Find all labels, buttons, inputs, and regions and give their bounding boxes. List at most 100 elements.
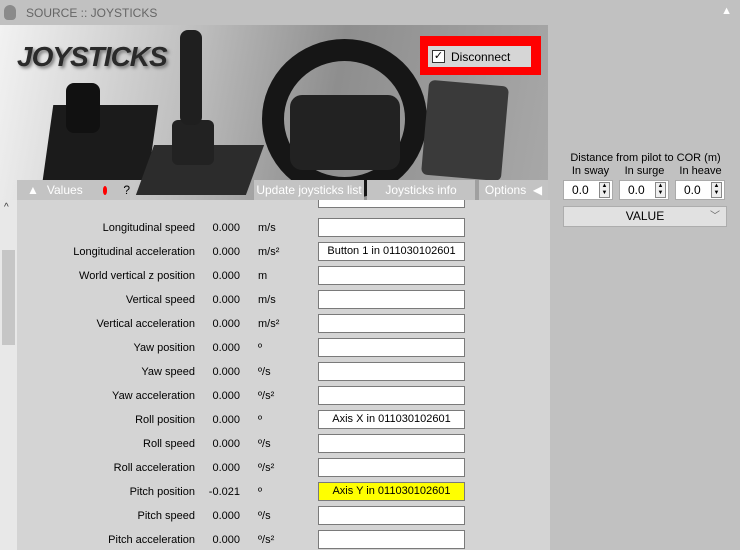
chevron-down-icon: ﹀ (710, 211, 720, 222)
assignment-input[interactable]: Axis Y in 011030102601 (318, 482, 465, 501)
button-box-image (421, 79, 509, 182)
value-row: Yaw acceleration 0.000 º/s² (17, 386, 550, 406)
row-value: 0.000 (212, 318, 240, 330)
mode-value: VALUE (625, 209, 665, 223)
surge-value: 0.0 (628, 183, 645, 197)
surge-spinner[interactable]: 0.0 ▲ ▼ (619, 180, 669, 200)
mode-dropdown[interactable]: VALUE ﹀ (563, 206, 727, 227)
collapse-triangle-icon[interactable]: ▲ (721, 5, 732, 17)
row-label: Pitch acceleration (108, 534, 195, 546)
value-row: Longitudinal acceleration 0.000 m/s² But… (17, 242, 550, 262)
disconnect-checkbox[interactable]: ✓ Disconnect (428, 46, 531, 67)
row-value: 0.000 (212, 270, 240, 282)
row-value: 0.000 (212, 510, 240, 522)
value-row: Longitudinal speed 0.000 m/s (17, 218, 550, 238)
row-unit: º (258, 342, 263, 354)
row-label: Vertical speed (125, 294, 195, 306)
row-unit: º/s² (258, 462, 275, 474)
heave-label: In heave (679, 165, 722, 177)
row-unit: º/s (258, 366, 271, 378)
assignment-input[interactable] (318, 506, 465, 525)
options-button[interactable]: Options ◀ (479, 180, 548, 200)
row-label: Yaw acceleration (112, 390, 195, 402)
row-label: Longitudinal speed (102, 222, 195, 234)
assignment-input[interactable] (318, 458, 465, 477)
row-value: 0.000 (212, 342, 240, 354)
row-label: Roll acceleration (113, 462, 195, 474)
options-label: Options (484, 183, 527, 197)
checkbox-checked-icon[interactable]: ✓ (432, 50, 445, 63)
value-row: Vertical speed 0.000 m/s (17, 290, 550, 310)
value-row: Vertical acceleration 0.000 m/s² (17, 314, 550, 334)
assignment-input[interactable] (318, 362, 465, 381)
surge-label: In surge (624, 165, 665, 177)
row-unit: º (258, 486, 263, 498)
heave-value: 0.0 (684, 183, 701, 197)
row-value: 0.000 (212, 390, 240, 402)
row-value: 0.000 (212, 222, 240, 234)
help-button[interactable]: ? (123, 183, 130, 197)
row-label: Longitudinal acceleration (73, 246, 195, 258)
row-label: Pitch position (129, 486, 195, 498)
values-label: Values (46, 183, 83, 197)
row-unit: º/s² (258, 390, 275, 402)
assignment-input[interactable] (318, 266, 465, 285)
assignment-input[interactable] (318, 338, 465, 357)
status-red-dot-icon (102, 185, 108, 195)
app-logo-icon (4, 5, 16, 20)
row-unit: m/s (258, 294, 276, 306)
assignment-input[interactable] (318, 530, 465, 549)
collapse-up-icon[interactable]: ▲ (27, 183, 39, 197)
row-unit: m/s² (258, 318, 280, 330)
assignment-input[interactable] (318, 434, 465, 453)
row-value: -0.021 (208, 486, 240, 498)
assignment-input[interactable] (318, 200, 465, 208)
value-row: Pitch speed 0.000 º/s (17, 506, 550, 526)
assignment-input[interactable] (318, 314, 465, 333)
heave-spinner[interactable]: 0.0 ▲ ▼ (675, 180, 725, 200)
row-value: 0.000 (212, 534, 240, 546)
spin-arrows-icon[interactable]: ▲ ▼ (655, 182, 666, 198)
joysticks-info-button[interactable]: Joysticks info (367, 180, 475, 200)
update-joysticks-list-button[interactable]: Update joysticks list (254, 180, 364, 200)
assignment-input[interactable]: Axis X in 011030102601 (318, 410, 465, 429)
value-row: Pitch position -0.021 º Axis Y in 011030… (17, 482, 550, 502)
value-row: Yaw speed 0.000 º/s (17, 362, 550, 382)
disconnect-label: Disconnect (451, 49, 511, 64)
stick-base-image (172, 120, 214, 165)
flight-stick-image (180, 30, 202, 125)
scroll-up-icon[interactable]: ^ (4, 202, 9, 213)
row-value: 0.000 (212, 246, 240, 258)
assignment-input[interactable] (318, 290, 465, 309)
row-label: Pitch speed (137, 510, 195, 522)
row-label: Roll position (135, 414, 195, 426)
value-row: Yaw position 0.000 º (17, 338, 550, 358)
row-unit: º/s (258, 438, 271, 450)
value-row: Roll speed 0.000 º/s (17, 434, 550, 454)
assignment-input[interactable] (318, 386, 465, 405)
row-value: 0.000 (212, 462, 240, 474)
spin-arrows-icon[interactable]: ▲ ▼ (711, 182, 722, 198)
row-unit: m/s (258, 222, 276, 234)
assignment-input[interactable]: Button 1 in 011030102601 (318, 242, 465, 261)
tab-values[interactable]: ▲ Values ? (17, 180, 130, 200)
row-label: Roll speed (143, 438, 195, 450)
row-label: World vertical z position (79, 270, 195, 282)
value-row (17, 200, 550, 209)
banner-brand: JOYSTICKS (17, 41, 168, 72)
value-row: World vertical z position 0.000 m (17, 266, 550, 286)
vertical-scrollbar[interactable]: ^ (0, 200, 17, 550)
row-value: 0.000 (212, 294, 240, 306)
window-title: SOURCE :: JOYSTICKS (26, 6, 158, 20)
sway-spinner[interactable]: 0.0 ▲ ▼ (563, 180, 613, 200)
row-value: 0.000 (212, 366, 240, 378)
spin-arrows-icon[interactable]: ▲ ▼ (599, 182, 610, 198)
row-value: 0.000 (212, 414, 240, 426)
row-unit: º (258, 414, 263, 426)
value-row: Roll acceleration 0.000 º/s² (17, 458, 550, 478)
row-unit: º/s² (258, 534, 275, 546)
row-unit: º/s (258, 510, 271, 522)
scrollbar-thumb[interactable] (2, 250, 15, 345)
assignment-input[interactable] (318, 218, 465, 237)
values-list: Longitudinal speed 0.000 m/s Longitudina… (17, 200, 550, 550)
